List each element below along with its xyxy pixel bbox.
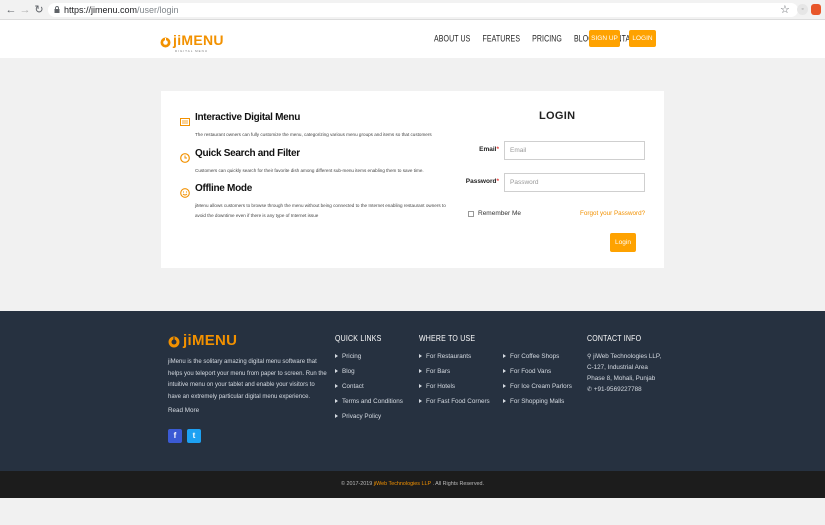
contact-phone: ✆ +91-9569227788 [587, 386, 642, 393]
footer-link-hotels[interactable]: For Hotels [419, 383, 455, 390]
feature-title: Offline Mode [195, 183, 252, 194]
extension-icon[interactable]: ◦ [797, 4, 808, 15]
forgot-password-link[interactable]: Forgot your Password? [580, 210, 645, 217]
contact-info-title: CONTACT INFO [587, 335, 642, 344]
map-marker-icon: ⚲ [587, 354, 592, 360]
url-text: https://jimenu.com/user/login [64, 5, 179, 15]
logo-mark-icon [160, 35, 171, 47]
arrow-right-icon[interactable]: → [19, 3, 31, 17]
password-field[interactable]: Password [504, 173, 645, 192]
contact-address-2: Phase 8, Mohali, Punjab [587, 375, 656, 382]
footer-link-terms[interactable]: Terms and Conditions [335, 398, 403, 405]
login-submit-button[interactable]: Login [610, 233, 636, 252]
footer-link-contact[interactable]: Contact [335, 383, 364, 390]
logo-menu: MENU [181, 32, 224, 48]
footer-link-privacy[interactable]: Privacy Policy [335, 413, 381, 420]
read-more-link[interactable]: Read More [168, 407, 199, 414]
copyright-text: © 2017-2019 jiWeb Technologies LLP . All… [340, 481, 485, 487]
copyright-bar: © 2017-2019 jiWeb Technologies LLP . All… [0, 471, 825, 498]
footer-link-pricing[interactable]: Pricing [335, 353, 361, 360]
remember-label: Remember Me [478, 210, 521, 217]
where-to-use-title: WHERE TO USE [419, 335, 476, 344]
footer-link-bars[interactable]: For Bars [419, 368, 450, 375]
site-header: jiMENU DIGITAL MENU ABOUT US FEATURES PR… [0, 20, 825, 58]
feature-title: Quick Search and Filter [195, 148, 300, 159]
footer-about: jiMenu is the solitary amazing digital m… [168, 359, 327, 400]
site-footer: jiMENU jiMenu is the solitary amazing di… [0, 311, 825, 471]
email-label: Email* [479, 146, 499, 153]
footer-link-fast-food[interactable]: For Fast Food Corners [419, 398, 490, 405]
login-title: LOGIN [539, 110, 576, 122]
contact-address-1: C-127, Industrial Area [587, 364, 648, 371]
feature-desc: jiMenu allows customers to browse throug… [195, 203, 446, 218]
address-bar[interactable]: https://jimenu.com/user/login [48, 3, 798, 17]
nav-features[interactable]: FEATURES [482, 35, 520, 44]
email-field[interactable]: Email [504, 141, 645, 160]
clock-icon [180, 150, 190, 163]
logo-mark-icon [168, 335, 180, 347]
footer-logo[interactable]: jiMENU [168, 332, 237, 349]
login-card: Interactive Digital Menu The restaurant … [161, 91, 664, 268]
logo[interactable]: jiMENU [160, 32, 224, 48]
contact-company: ⚲ jiWeb Technologies LLP, [587, 353, 662, 360]
footer-link-food-vans[interactable]: For Food Vans [503, 368, 551, 375]
header-login-button[interactable]: LOGIN [629, 30, 656, 47]
feature-title: Interactive Digital Menu [195, 112, 301, 123]
password-label: Password* [465, 178, 499, 185]
logo-tagline: DIGITAL MENU [175, 49, 209, 53]
phone-icon: ✆ [587, 387, 593, 393]
footer-link-ice-cream[interactable]: For Ice Cream Parlors [503, 383, 572, 390]
footer-link-restaurants[interactable]: For Restaurants [419, 353, 471, 360]
copyright-company-link[interactable]: jiWeb Technologies LLP [374, 481, 431, 487]
remember-me[interactable]: Remember Me [468, 210, 521, 217]
feature-desc: Customers can quickly search for their f… [195, 168, 424, 173]
lock-icon [54, 6, 60, 13]
twitter-icon[interactable]: t [187, 429, 201, 443]
menu-card-icon [180, 114, 190, 126]
browser-toolbar: ← → ↻ https://jimenu.com/user/login ☆ ◦ [0, 0, 825, 20]
footer-link-coffee-shops[interactable]: For Coffee Shops [503, 353, 559, 360]
arrow-left-icon[interactable]: ← [5, 3, 17, 17]
quick-links-title: QUICK LINKS [335, 335, 382, 344]
extension-badge-icon[interactable] [811, 4, 821, 15]
footer-logo-ji: ji [183, 332, 192, 349]
nav-about-us[interactable]: ABOUT US [434, 35, 470, 44]
remember-checkbox[interactable] [468, 210, 474, 217]
footer-link-blog[interactable]: Blog [335, 368, 355, 375]
feature-desc: The restaurant owners can fully customiz… [195, 132, 432, 137]
nav-pricing[interactable]: PRICING [532, 35, 562, 44]
footer-link-shopping-malls[interactable]: For Shopping Malls [503, 398, 564, 405]
footer-logo-menu: MENU [191, 332, 238, 349]
star-icon[interactable]: ☆ [780, 3, 790, 17]
facebook-icon[interactable]: f [168, 429, 182, 443]
reload-icon[interactable]: ↻ [33, 3, 45, 17]
signup-button[interactable]: SIGN UP [589, 30, 620, 47]
smiley-icon [180, 185, 190, 198]
